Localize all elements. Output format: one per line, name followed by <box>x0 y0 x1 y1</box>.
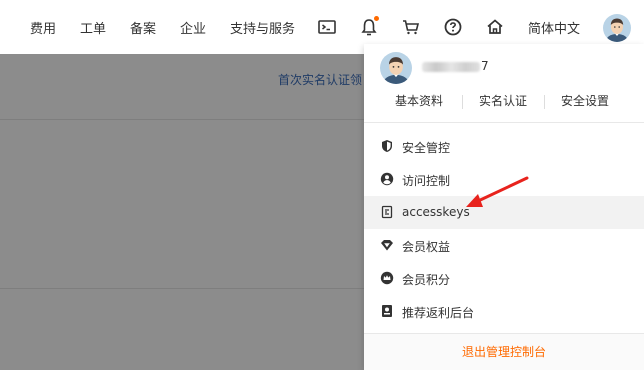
nav-item-fees[interactable]: 费用 <box>30 18 56 37</box>
avatar <box>380 52 412 84</box>
menu-item-security-control[interactable]: 安全管控 <box>364 130 644 163</box>
language-switch[interactable]: 简体中文 <box>528 18 580 37</box>
tab-realname-auth[interactable]: 实名认证 <box>479 92 527 109</box>
key-card-icon <box>380 205 394 219</box>
divider <box>364 122 644 123</box>
menu-item-member-benefits[interactable]: 会员权益 <box>364 229 644 262</box>
menu-label: 访问控制 <box>402 174 451 188</box>
menu-item-member-points[interactable]: 会员积分 <box>364 262 644 295</box>
tab-basic-info[interactable]: 基本资料 <box>395 92 443 109</box>
referral-icon <box>380 304 394 318</box>
divider <box>0 119 364 120</box>
tab-separator <box>544 95 545 109</box>
realname-promo-link[interactable]: 首次实名认证领 <box>278 71 364 88</box>
diamond-icon <box>380 238 394 252</box>
menu-item-accesskeys[interactable]: accesskeys <box>364 196 644 229</box>
home-icon[interactable] <box>485 17 505 37</box>
redacted-username <box>422 61 480 72</box>
menu-item-referral[interactable]: 推荐返利后台 <box>364 295 644 328</box>
logout-button[interactable]: 退出管理控制台 <box>364 343 644 360</box>
user-circle-icon <box>380 172 394 186</box>
account-tabs: 基本资料 实名认证 安全设置 <box>364 92 644 112</box>
account-dropdown: 7 基本资料 实名认证 安全设置 安全管控 访问控制 accesskeys 会员… <box>364 44 644 370</box>
nav-item-tickets[interactable]: 工单 <box>80 18 106 37</box>
terminal-icon[interactable] <box>317 17 337 37</box>
shield-icon <box>380 139 394 153</box>
nav-item-filing[interactable]: 备案 <box>130 18 156 37</box>
tab-separator <box>462 95 463 109</box>
menu-item-access-control[interactable]: 访问控制 <box>364 163 644 196</box>
dropdown-footer: 退出管理控制台 <box>364 334 644 370</box>
nav-item-support[interactable]: 支持与服务 <box>230 18 295 37</box>
help-icon[interactable] <box>443 17 463 37</box>
crown-icon <box>380 271 394 285</box>
menu-label: 安全管控 <box>402 141 451 155</box>
menu-label: accesskeys <box>402 205 470 219</box>
nav-item-enterprise[interactable]: 企业 <box>180 18 206 37</box>
cart-icon[interactable] <box>401 17 421 37</box>
divider <box>0 288 364 289</box>
account-username: 7 <box>422 59 489 73</box>
menu-label: 会员积分 <box>402 273 451 287</box>
username-suffix: 7 <box>481 59 489 73</box>
tab-security-settings[interactable]: 安全设置 <box>561 92 609 109</box>
menu-label: 推荐返利后台 <box>402 306 475 320</box>
menu-label: 会员权益 <box>402 240 451 254</box>
notification-badge <box>374 16 379 21</box>
avatar[interactable] <box>603 14 631 42</box>
